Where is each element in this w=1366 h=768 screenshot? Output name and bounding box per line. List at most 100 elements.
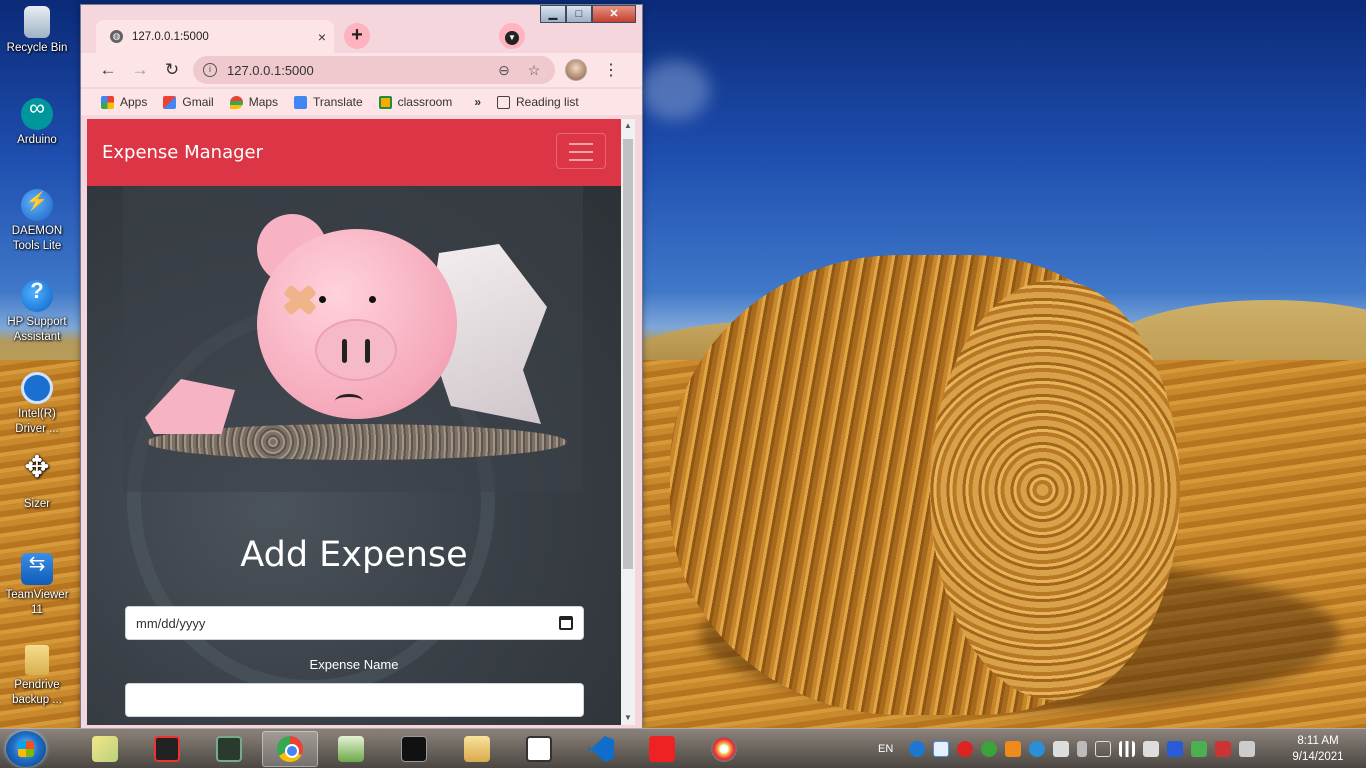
desktop-icon-intel-driver[interactable]: Intel(R) Driver ... (2, 372, 72, 437)
browser-menu-icon[interactable]: ⋮ (603, 60, 619, 80)
volume-icon[interactable] (1053, 741, 1070, 757)
date-placeholder: mm/dd/yyyy (136, 615, 206, 631)
taskbar-321-player[interactable] (511, 731, 567, 767)
wallpaper-hay-bale-face (930, 280, 1180, 700)
address-url[interactable]: 127.0.0.1:5000 (227, 63, 485, 78)
expense-name-input[interactable] (125, 683, 584, 717)
maps-pin-icon (229, 95, 243, 109)
forward-button[interactable]: → (127, 57, 153, 83)
piggy-eye (319, 296, 326, 303)
bluetooth-icon[interactable] (1167, 741, 1184, 757)
notepad-plus-icon (338, 736, 364, 762)
hamburger-icon-line (569, 159, 593, 161)
new-tab-button[interactable]: + (344, 23, 370, 49)
desktop-icon-label: Sizer (23, 498, 51, 510)
sticky-notes-icon (92, 736, 118, 762)
reading-list-label: Reading list (516, 95, 579, 109)
app-tray-icon[interactable] (1005, 741, 1022, 757)
bookmark-apps[interactable]: Apps (101, 95, 147, 109)
help-icon[interactable] (909, 741, 926, 757)
back-button[interactable]: ← (95, 57, 121, 83)
flag-icon[interactable] (1143, 741, 1160, 757)
taskbar-cmd[interactable] (386, 731, 442, 767)
taskbar-monitor[interactable] (201, 731, 257, 767)
apps-grid-icon (101, 95, 114, 109)
page-viewport: Expense Manager Add Expense mm/dd/yyyy E… (87, 119, 635, 725)
desktop-icon-label: Arduino (17, 134, 57, 146)
taskbar-notepad-plus[interactable] (323, 731, 379, 767)
back-arrow-icon: ← (99, 60, 117, 79)
desktop-icon-label: HP Support Assistant (7, 316, 67, 343)
antivirus-icon[interactable] (957, 741, 974, 757)
bookmark-translate[interactable]: Translate (294, 95, 363, 109)
page-scrollbar[interactable]: ▲ ▼ (621, 119, 635, 725)
start-button[interactable] (6, 731, 46, 767)
utorrent-icon[interactable] (981, 741, 998, 757)
bookmark-label: Gmail (182, 95, 214, 109)
desktop-icon-label: Pendrive backup ... (12, 679, 62, 706)
browser-toolbar: ← → ↻ i 127.0.0.1:5000 ⊖ ☆ ⋮ (81, 53, 642, 87)
hamburger-icon-line (569, 143, 593, 145)
taskbar-sticky-notes[interactable] (77, 731, 133, 767)
hp-support-icon (21, 280, 53, 312)
bookmark-label: classroom (397, 95, 453, 109)
reading-list-button[interactable]: Reading list (497, 95, 579, 109)
desktop-icon-daemon-tools[interactable]: DAEMON Tools Lite (2, 189, 72, 254)
monitor-icon (216, 736, 242, 762)
language-indicator[interactable]: EN (878, 743, 893, 755)
desktop-icon-recycle-bin[interactable]: Recycle Bin (2, 6, 72, 56)
navbar-toggler-button[interactable] (556, 133, 606, 169)
chrome-icon (277, 736, 303, 762)
clock[interactable]: 8:11 AM 9/14/2021 (1278, 733, 1358, 765)
taskbar-paint[interactable] (696, 731, 752, 767)
profile-avatar[interactable] (565, 59, 587, 81)
taskbar-explorer[interactable] (449, 731, 505, 767)
taskbar-vlc[interactable] (634, 731, 690, 767)
bookmark-star-icon[interactable]: ☆ (523, 62, 545, 79)
bookmarks-bar: Apps Gmail Maps Translate classroom » Re… (81, 89, 642, 115)
desktop-icon-arduino[interactable]: Arduino (2, 98, 72, 148)
calendar-icon[interactable] (559, 616, 573, 630)
browser-tab[interactable]: ◍ 127.0.0.1:5000 × (96, 20, 334, 53)
tab-search-button[interactable]: ▼ (499, 23, 525, 49)
scroll-up-arrow-icon[interactable]: ▲ (621, 119, 635, 133)
reading-list-icon (497, 95, 510, 109)
desktop-icon-label: TeamViewer 11 (5, 589, 69, 616)
teamviewer-icon (21, 553, 53, 585)
desktop-icon-pendrive-backup[interactable]: Pendrive backup ... (2, 645, 72, 708)
signal-icon[interactable] (1119, 741, 1136, 757)
player-321-icon (526, 736, 552, 762)
network-sync-icon[interactable] (1029, 741, 1046, 757)
tab-close-button[interactable]: × (318, 29, 326, 45)
desktop-icon-teamviewer[interactable]: TeamViewer 11 (2, 553, 72, 618)
taskbar-chrome[interactable] (262, 731, 318, 767)
desktop-icon-hp-support[interactable]: HP Support Assistant (2, 280, 72, 345)
network-icon[interactable] (1239, 741, 1256, 757)
zoom-icon[interactable]: ⊖ (493, 62, 515, 79)
address-bar[interactable]: i 127.0.0.1:5000 ⊖ ☆ (193, 56, 555, 84)
browser-window: ▁ □ ✕ ◍ 127.0.0.1:5000 × + ▼ ← → ↻ i 127… (80, 4, 643, 728)
tab-strip: ◍ 127.0.0.1:5000 × + ▼ (81, 17, 642, 53)
battery-icon[interactable] (1077, 741, 1088, 757)
bookmarks-overflow-button[interactable]: » (474, 95, 481, 109)
move-icon[interactable] (1095, 741, 1112, 757)
scroll-down-arrow-icon[interactable]: ▼ (621, 711, 635, 725)
desktop-icon-sizer[interactable]: Sizer (2, 460, 72, 512)
taskbar-ms-office[interactable] (139, 731, 195, 767)
expense-date-input[interactable]: mm/dd/yyyy (125, 606, 584, 640)
scrollbar-thumb[interactable] (623, 139, 633, 569)
bookmark-classroom[interactable]: classroom (378, 95, 453, 109)
reload-button[interactable]: ↻ (159, 57, 185, 83)
site-info-icon[interactable]: i (203, 63, 217, 77)
usb-icon[interactable] (1215, 741, 1232, 757)
bookmark-maps[interactable]: Maps (229, 95, 278, 109)
disk-icon[interactable] (1191, 741, 1208, 757)
cloud-icon[interactable] (933, 741, 950, 757)
arduino-icon (21, 98, 53, 130)
taskbar-vscode[interactable] (573, 731, 629, 767)
sizer-icon (21, 460, 53, 494)
bookmark-gmail[interactable]: Gmail (163, 95, 214, 109)
piggy-mouth (335, 394, 363, 408)
navbar-brand[interactable]: Expense Manager (102, 142, 263, 163)
taskbar: EN 8:11 AM 9/14/2021 (0, 728, 1366, 768)
